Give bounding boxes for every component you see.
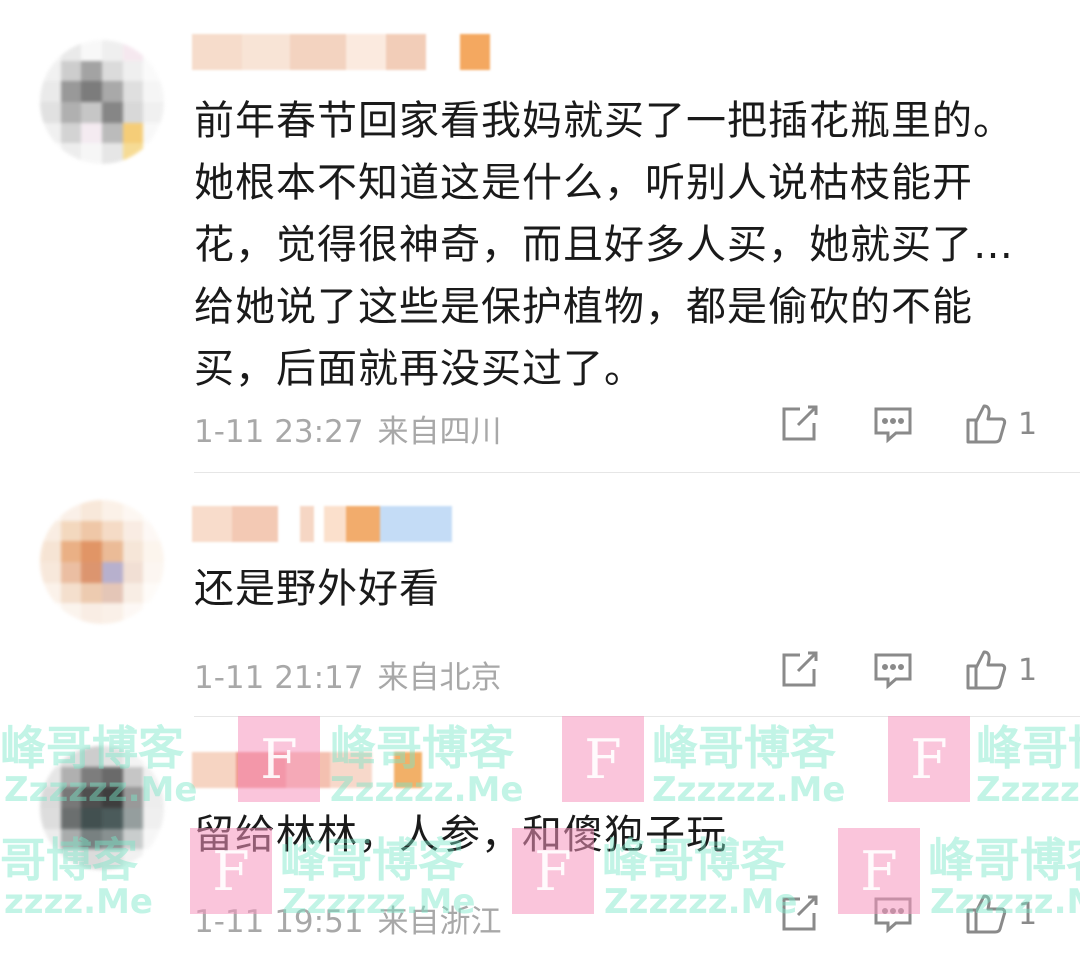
watermark-text: 峰哥博客 (976, 721, 1080, 775)
share-button[interactable] (778, 893, 820, 935)
comment-icon (874, 653, 912, 690)
like-count: 1 (1018, 652, 1038, 688)
share-button[interactable] (778, 649, 820, 691)
divider (194, 716, 1080, 717)
watermark-text: 峰哥博客 (652, 721, 836, 775)
divider (194, 472, 1080, 473)
watermark-url: zzzz.Me (4, 882, 153, 922)
share-button[interactable] (778, 403, 820, 445)
like-button[interactable]: 1 (964, 892, 1037, 936)
comment-meta: 1-11 23:27 来自四川 (194, 406, 502, 451)
comment-actions: 1 (778, 402, 1037, 446)
comment-icon (874, 897, 912, 934)
share-icon (782, 651, 818, 687)
comment-text: 留给林林，人参，和傻狍子玩 (194, 804, 1054, 866)
comment-meta: 1-11 19:51 来自浙江 (194, 896, 502, 941)
avatar[interactable] (40, 40, 164, 164)
comment-icon (874, 407, 912, 444)
comment-actions: 1 (778, 892, 1037, 936)
comment-location: 来自浙江 (377, 904, 502, 940)
comment-date: 1-11 23:27 (194, 414, 364, 450)
like-button[interactable]: 1 (964, 402, 1037, 446)
watermark-url: Zzzzzz.Me (604, 882, 798, 922)
comment-line: 她根本不知道这是什么，听别人说枯枝能开 (194, 160, 973, 206)
comment-date: 1-11 21:17 (194, 660, 364, 696)
like-count: 1 (1018, 406, 1038, 442)
reply-button[interactable] (872, 893, 914, 935)
avatar[interactable] (40, 500, 164, 624)
like-count: 1 (1018, 896, 1038, 932)
reply-button[interactable] (872, 649, 914, 691)
comment-line: 给她说了这些是保护植物，都是偷砍的不能 (194, 284, 973, 330)
thumbs-up-icon (966, 650, 1007, 690)
comment-line: 买，后面就再没买过了。 (194, 346, 645, 392)
comment-line: 前年春节回家看我妈就买了一把插花瓶里的。 (194, 98, 1014, 144)
thumbs-up-icon (966, 894, 1007, 934)
thumbs-up-icon (966, 404, 1007, 444)
watermark-logo: F (888, 716, 970, 802)
watermark-logo: F (562, 716, 644, 802)
avatar[interactable] (40, 746, 164, 870)
like-button[interactable]: 1 (964, 648, 1037, 692)
share-icon (782, 405, 818, 441)
comment-meta: 1-11 21:17 来自北京 (194, 652, 502, 697)
comment-location: 来自北京 (377, 660, 502, 696)
comment-text: 还是野外好看 (194, 558, 1054, 620)
username-blurred[interactable] (192, 30, 490, 74)
comment-line: 花，觉得很神奇，而且好多人买，她就买了… (194, 222, 1014, 268)
comment-location: 来自四川 (377, 414, 502, 450)
comment-date: 1-11 19:51 (194, 904, 364, 940)
reply-button[interactable] (872, 403, 914, 445)
comment-actions: 1 (778, 648, 1037, 692)
share-icon (782, 895, 818, 931)
username-blurred[interactable] (192, 748, 422, 792)
username-blurred[interactable] (192, 502, 452, 546)
comment-line: 留给林林，人参，和傻狍子玩 (194, 812, 727, 858)
comment-text: 前年春节回家看我妈就买了一把插花瓶里的。 她根本不知道这是什么，听别人说枯枝能开… (194, 90, 1054, 400)
comment-line: 还是野外好看 (194, 566, 440, 612)
